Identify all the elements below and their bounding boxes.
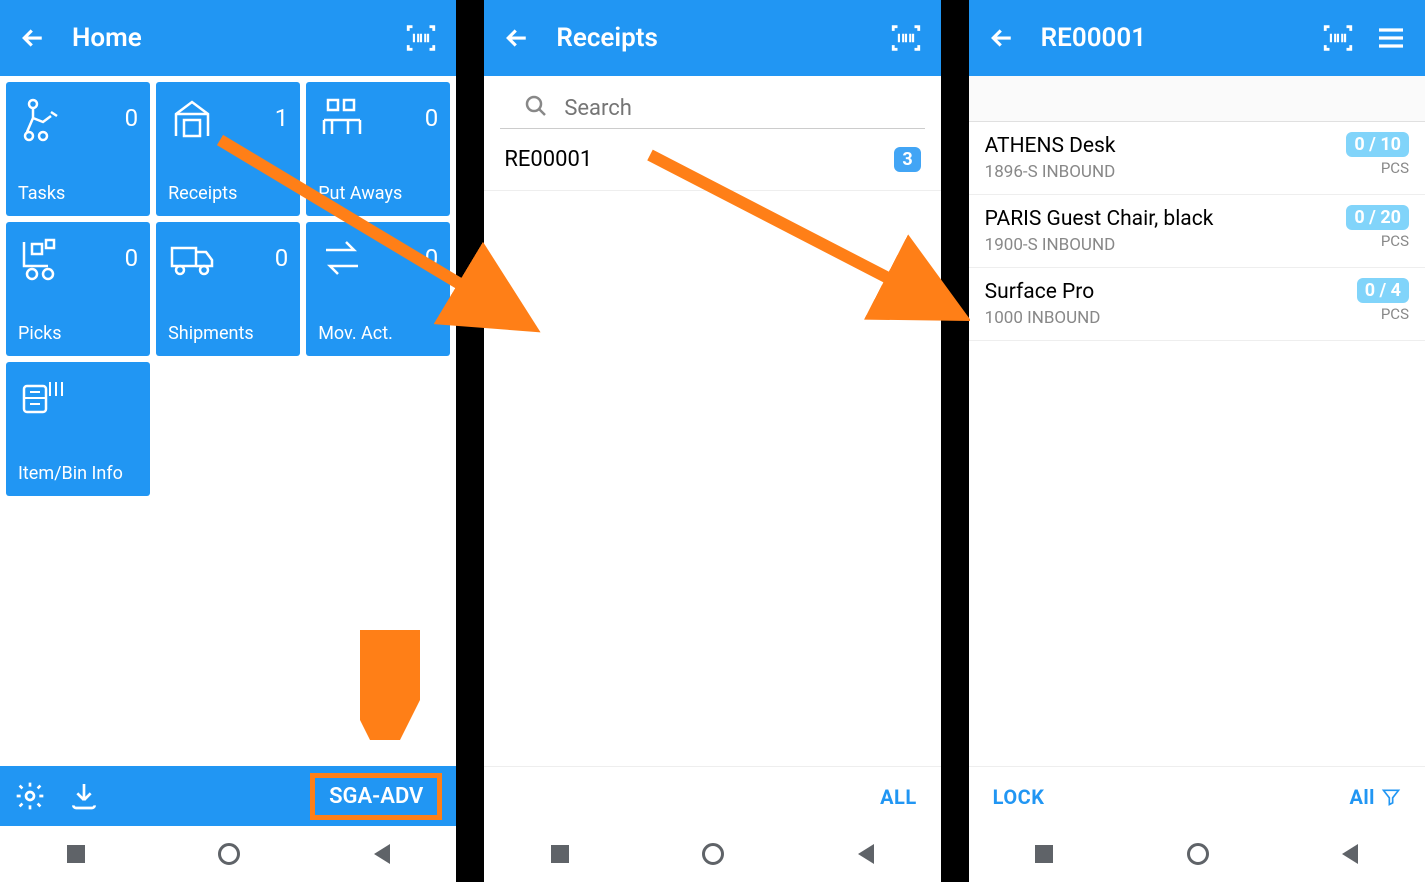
warehouse-button[interactable]: SGA-ADV <box>310 773 442 820</box>
item-name: Surface Pro <box>985 280 1101 304</box>
tile-label: Tasks <box>18 183 138 204</box>
item-qty: 0 / 20 <box>1346 205 1409 230</box>
tasks-icon <box>18 94 66 142</box>
tile-label: Item/Bin Info <box>18 463 138 484</box>
android-nav <box>0 826 456 882</box>
tile-picks[interactable]: 0 Picks <box>6 222 150 356</box>
page-title: RE00001 <box>1041 23 1321 53</box>
item-unit: PCS <box>1346 159 1409 177</box>
tile-grid: 0 Tasks 1 Receipts 0 Put Aways 0 Picks <box>0 76 456 502</box>
bottom-actions: ALL <box>484 766 940 826</box>
back-icon[interactable] <box>502 23 532 53</box>
item-unit: PCS <box>1357 305 1409 323</box>
tile-label: Mov. Act. <box>318 323 438 344</box>
item-qty: 0 / 10 <box>1346 132 1409 157</box>
barcode-icon[interactable] <box>404 21 438 55</box>
tile-label: Picks <box>18 323 138 344</box>
barcode-icon[interactable] <box>1321 21 1355 55</box>
item-row[interactable]: PARIS Guest Chair, black 1900-S INBOUND … <box>969 195 1425 268</box>
subbar <box>969 76 1425 122</box>
iteminfo-icon <box>18 374 66 422</box>
page-title: Home <box>72 23 404 53</box>
topbar: Home <box>0 0 456 76</box>
topbar: Receipts <box>484 0 940 76</box>
screen-receipts: Receipts RE00001 3 ALL <box>484 0 940 882</box>
tile-iteminfo[interactable]: Item/Bin Info <box>6 362 150 496</box>
tile-tasks[interactable]: 0 Tasks <box>6 82 150 216</box>
item-qty: 0 / 4 <box>1357 278 1409 303</box>
item-name: PARIS Guest Chair, black <box>985 207 1214 231</box>
barcode-icon[interactable] <box>889 21 923 55</box>
tile-label: Shipments <box>168 323 288 344</box>
tile-count: 0 <box>125 104 139 132</box>
tile-count: 0 <box>425 104 439 132</box>
nav-recent-icon[interactable] <box>1035 845 1053 863</box>
item-row[interactable]: Surface Pro 1000 INBOUND 0 / 4 PCS <box>969 268 1425 341</box>
gear-icon[interactable] <box>14 780 46 812</box>
tile-count: 0 <box>275 244 289 272</box>
nav-recent-icon[interactable] <box>67 845 85 863</box>
item-unit: PCS <box>1346 232 1409 250</box>
shipments-icon <box>168 234 216 282</box>
all-button[interactable]: ALL <box>880 785 917 809</box>
item-name: ATHENS Desk <box>985 134 1116 158</box>
nav-home-icon[interactable] <box>1187 843 1209 865</box>
picks-icon <box>18 234 66 282</box>
receipt-id: RE00001 <box>504 147 592 172</box>
filter-icon <box>1381 787 1401 807</box>
footer-bar: SGA-ADV <box>0 766 456 826</box>
receipt-badge: 3 <box>894 147 920 172</box>
tile-movact[interactable]: 0 Mov. Act. <box>306 222 450 356</box>
tile-label: Put Aways <box>318 183 438 204</box>
item-code: 1900-S INBOUND <box>985 235 1214 255</box>
movact-icon <box>318 234 366 282</box>
bottom-actions: LOCK All <box>969 766 1425 826</box>
tile-shipments[interactable]: 0 Shipments <box>156 222 300 356</box>
android-nav <box>969 826 1425 882</box>
filter-label: All <box>1349 785 1375 809</box>
nav-recent-icon[interactable] <box>551 845 569 863</box>
nav-back-icon[interactable] <box>1342 844 1358 864</box>
item-code: 1000 INBOUND <box>985 308 1101 328</box>
search-row <box>500 84 924 129</box>
topbar: RE00001 <box>969 0 1425 76</box>
screen-home: Home 0 Tasks 1 Receipts 0 Put Aways <box>0 0 456 882</box>
download-icon[interactable] <box>68 780 100 812</box>
page-title: Receipts <box>556 23 888 53</box>
item-code: 1896-S INBOUND <box>985 162 1116 182</box>
tile-putaways[interactable]: 0 Put Aways <box>306 82 450 216</box>
screen-receipt-detail: RE00001 ATHENS Desk 1896-S INBOUND 0 / 1… <box>969 0 1425 882</box>
tile-label: Receipts <box>168 183 288 204</box>
receipt-row[interactable]: RE00001 3 <box>484 129 940 191</box>
nav-home-icon[interactable] <box>702 843 724 865</box>
menu-icon[interactable] <box>1375 22 1407 54</box>
receipts-icon <box>168 94 216 142</box>
nav-back-icon[interactable] <box>858 844 874 864</box>
back-icon[interactable] <box>987 23 1017 53</box>
tile-count: 1 <box>275 104 289 132</box>
back-icon[interactable] <box>18 23 48 53</box>
nav-back-icon[interactable] <box>374 844 390 864</box>
android-nav <box>484 826 940 882</box>
item-row[interactable]: ATHENS Desk 1896-S INBOUND 0 / 10 PCS <box>969 122 1425 195</box>
tile-receipts[interactable]: 1 Receipts <box>156 82 300 216</box>
tile-count: 0 <box>125 244 139 272</box>
lock-button[interactable]: LOCK <box>993 785 1045 809</box>
putaways-icon <box>318 94 366 142</box>
filter-button[interactable]: All <box>1349 785 1401 809</box>
annotation-arrow-down <box>360 630 420 740</box>
tile-count: 0 <box>425 244 439 272</box>
search-input[interactable] <box>564 96 900 121</box>
nav-home-icon[interactable] <box>218 843 240 865</box>
search-icon <box>524 94 548 122</box>
